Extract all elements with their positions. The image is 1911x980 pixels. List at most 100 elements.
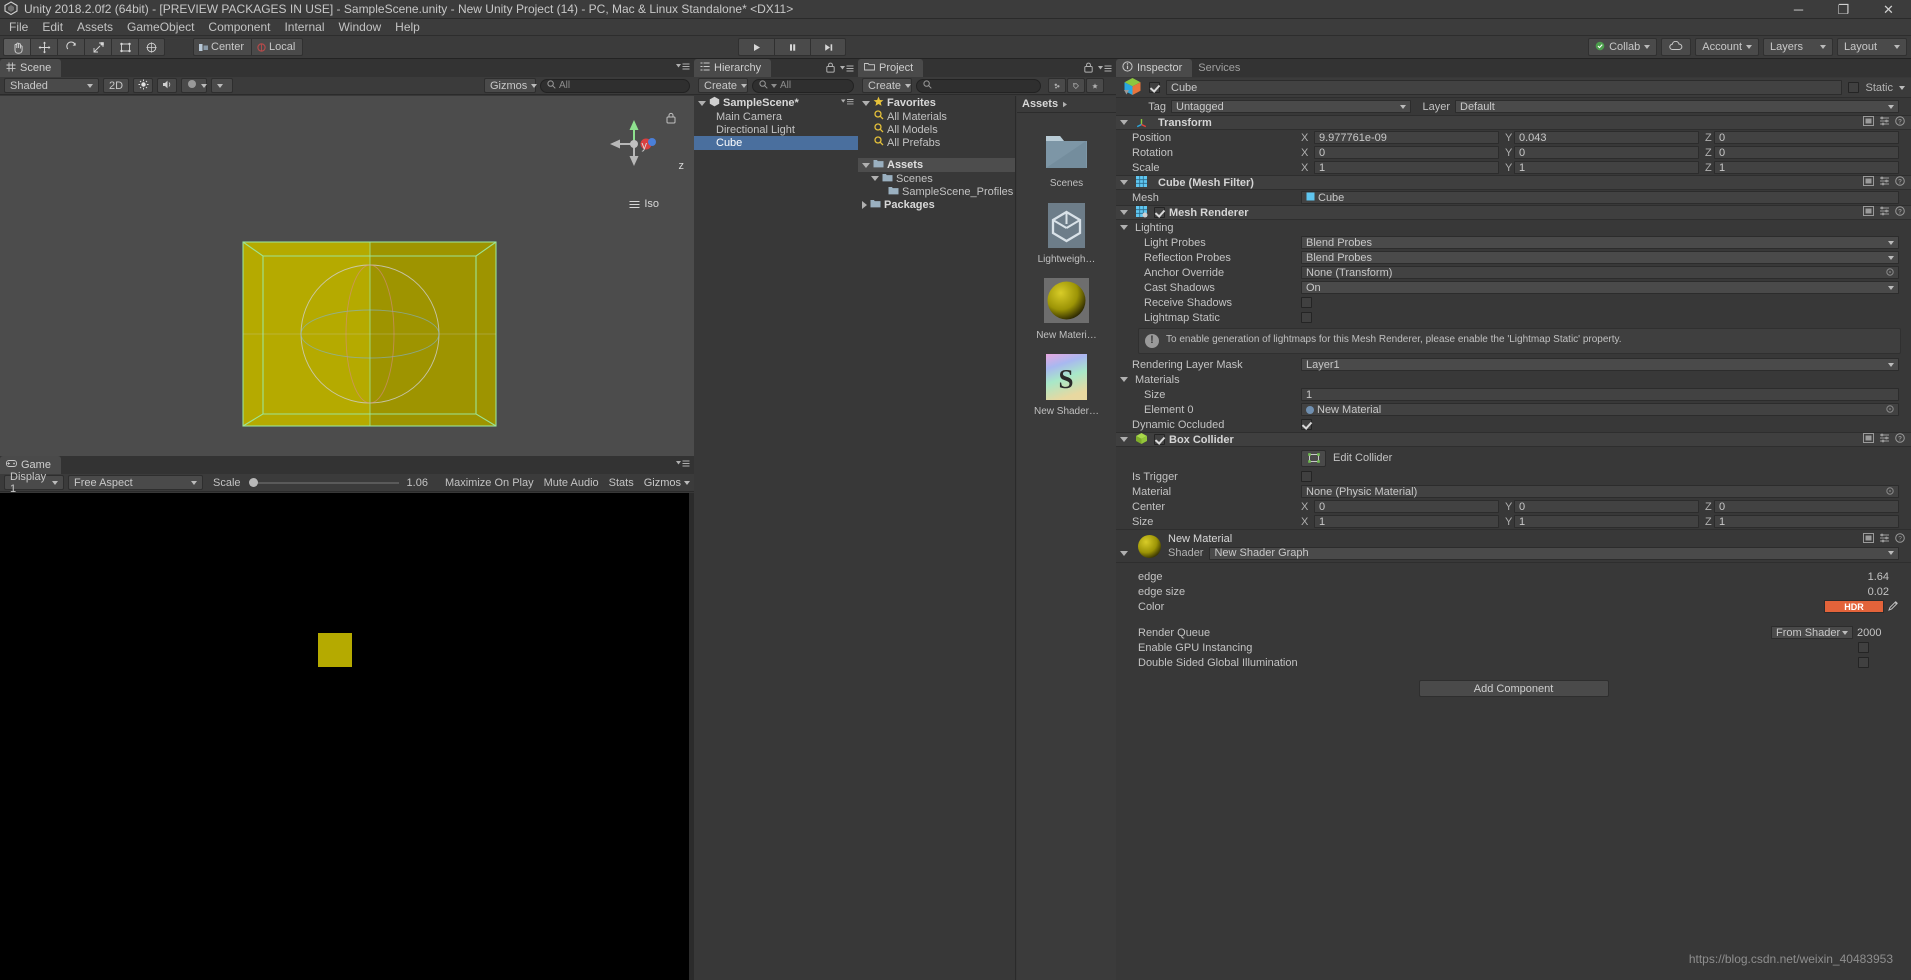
position-y-input[interactable]: 0.043 bbox=[1514, 131, 1699, 144]
hierarchy-item-main-camera[interactable]: Main Camera bbox=[694, 110, 858, 123]
dynamic-occluded-checkbox[interactable] bbox=[1301, 419, 1312, 430]
scene-context-menu-icon[interactable] bbox=[841, 97, 854, 109]
scale-z-input[interactable]: 1 bbox=[1714, 161, 1899, 174]
chevron-down-icon[interactable] bbox=[1899, 85, 1905, 90]
tab-project[interactable]: Project bbox=[858, 59, 924, 77]
lightmap-static-checkbox[interactable] bbox=[1301, 312, 1312, 323]
chevron-down-icon[interactable] bbox=[1120, 551, 1128, 556]
space-mode-button[interactable]: Local bbox=[251, 38, 304, 56]
scene-vis-dropdown[interactable] bbox=[211, 78, 233, 93]
hand-tool-button[interactable] bbox=[3, 38, 30, 56]
collider-center-x-input[interactable]: 0 bbox=[1314, 500, 1499, 513]
layers-button[interactable]: Layers bbox=[1763, 38, 1833, 56]
hierarchy-create-button[interactable]: Create bbox=[698, 78, 748, 93]
scene-viewport[interactable]: y z Iso bbox=[0, 96, 694, 456]
project-create-button[interactable]: Create bbox=[862, 78, 912, 93]
collider-center-y-input[interactable]: 0 bbox=[1514, 500, 1699, 513]
project-assets-row[interactable]: Assets bbox=[858, 158, 1015, 172]
cloud-button[interactable] bbox=[1661, 38, 1692, 56]
settings-icon[interactable] bbox=[1879, 176, 1890, 189]
pause-button[interactable] bbox=[774, 38, 810, 56]
project-tab-controls[interactable] bbox=[1084, 62, 1112, 76]
display-dropdown[interactable]: Display 1 bbox=[4, 471, 64, 495]
menu-edit[interactable]: Edit bbox=[35, 19, 70, 35]
project-search-input[interactable] bbox=[916, 78, 1041, 93]
pivot-mode-button[interactable]: Center bbox=[193, 38, 252, 56]
shading-mode-dropdown[interactable]: Shaded bbox=[4, 78, 99, 93]
project-packages-row[interactable]: Packages bbox=[858, 198, 1015, 212]
step-button[interactable] bbox=[810, 38, 846, 56]
lighting-foldout[interactable]: Lighting bbox=[1116, 220, 1911, 235]
chevron-down-icon[interactable] bbox=[862, 162, 870, 168]
render-queue-value[interactable]: 2000 bbox=[1857, 627, 1899, 639]
asset-item-lightweight[interactable]: Lightweigh… bbox=[1017, 199, 1116, 265]
settings-icon[interactable] bbox=[1879, 206, 1890, 219]
material-edge-size-value[interactable]: 0.02 bbox=[1868, 586, 1889, 598]
collider-size-y-input[interactable]: 1 bbox=[1514, 515, 1699, 528]
lock-icon[interactable] bbox=[1084, 62, 1093, 76]
materials-foldout[interactable]: Materials bbox=[1116, 372, 1911, 387]
light-probes-dropdown[interactable]: Blend Probes bbox=[1301, 236, 1899, 249]
preset-icon[interactable] bbox=[1863, 116, 1874, 129]
is-trigger-checkbox[interactable] bbox=[1301, 471, 1312, 482]
scene-tab-menu[interactable] bbox=[676, 62, 690, 71]
tab-hierarchy[interactable]: Hierarchy bbox=[694, 59, 772, 77]
component-header-mesh-renderer[interactable]: Mesh Renderer ? bbox=[1116, 205, 1911, 220]
project-favorites-row[interactable]: Favorites bbox=[858, 96, 1015, 110]
scale-slider[interactable] bbox=[248, 477, 399, 489]
object-picker-icon[interactable] bbox=[1886, 486, 1894, 498]
help-icon[interactable]: ? bbox=[1895, 116, 1905, 129]
collider-size-x-input[interactable]: 1 bbox=[1314, 515, 1499, 528]
layer-dropdown[interactable]: Default bbox=[1455, 100, 1899, 113]
reflection-probes-dropdown[interactable]: Blend Probes bbox=[1301, 251, 1899, 264]
receive-shadows-checkbox[interactable] bbox=[1301, 297, 1312, 308]
chevron-down-icon[interactable] bbox=[1120, 120, 1128, 125]
search-by-type-button[interactable] bbox=[1048, 78, 1066, 93]
hierarchy-scene-row[interactable]: SampleScene* bbox=[694, 96, 858, 110]
component-header-transform[interactable]: Transform ? bbox=[1116, 115, 1911, 130]
preset-icon[interactable] bbox=[1863, 206, 1874, 219]
tag-dropdown[interactable]: Untagged bbox=[1171, 100, 1411, 113]
menu-help[interactable]: Help bbox=[388, 19, 427, 35]
game-tab-menu[interactable] bbox=[676, 459, 690, 468]
object-name-input[interactable]: Cube bbox=[1166, 80, 1843, 95]
menu-internal[interactable]: Internal bbox=[277, 19, 331, 35]
shader-dropdown[interactable]: New Shader Graph bbox=[1209, 546, 1899, 560]
box-collider-enabled-checkbox[interactable] bbox=[1154, 434, 1165, 445]
chevron-down-icon[interactable] bbox=[862, 100, 870, 106]
tab-scene[interactable]: Scene bbox=[0, 59, 62, 77]
menu-assets[interactable]: Assets bbox=[70, 19, 120, 35]
transform-tool-button[interactable] bbox=[138, 38, 165, 56]
audio-toggle-button[interactable] bbox=[157, 78, 177, 93]
scale-tool-button[interactable] bbox=[84, 38, 111, 56]
chevron-down-icon[interactable] bbox=[1120, 225, 1128, 230]
component-header-mesh-filter[interactable]: Cube (Mesh Filter) ? bbox=[1116, 175, 1911, 190]
chevron-down-icon[interactable] bbox=[1120, 180, 1128, 185]
render-queue-source-dropdown[interactable]: From Shader bbox=[1771, 626, 1853, 639]
position-z-input[interactable]: 0 bbox=[1714, 131, 1899, 144]
hierarchy-item-cube[interactable]: Cube bbox=[694, 136, 858, 150]
asset-item-new-material[interactable]: New Materi… bbox=[1017, 275, 1116, 341]
tab-inspector[interactable]: Inspector bbox=[1116, 59, 1193, 77]
settings-icon[interactable] bbox=[1879, 116, 1890, 129]
preset-icon[interactable] bbox=[1863, 433, 1874, 446]
menu-component[interactable]: Component bbox=[201, 19, 277, 35]
chevron-down-icon[interactable] bbox=[871, 176, 879, 181]
asset-item-new-shader[interactable]: S New Shader… bbox=[1017, 351, 1116, 417]
project-tree-scenes[interactable]: Scenes bbox=[858, 172, 1015, 185]
account-button[interactable]: Account bbox=[1695, 38, 1759, 56]
eyedropper-icon[interactable] bbox=[1888, 600, 1899, 614]
mesh-object-field[interactable]: Cube bbox=[1301, 191, 1899, 204]
anchor-override-object-field[interactable]: None (Transform) bbox=[1301, 266, 1899, 279]
maximize-button[interactable]: ❐ bbox=[1821, 0, 1866, 19]
chevron-down-icon[interactable] bbox=[1120, 210, 1128, 215]
scene-search-input[interactable]: All bbox=[540, 78, 690, 93]
collab-button[interactable]: Collab bbox=[1588, 38, 1658, 56]
maximize-on-play-toggle[interactable]: Maximize On Play bbox=[445, 477, 534, 489]
asset-item-scenes[interactable]: Scenes bbox=[1017, 123, 1116, 189]
chevron-down-icon[interactable] bbox=[1120, 437, 1128, 442]
gpu-instancing-checkbox[interactable] bbox=[1858, 642, 1869, 653]
stats-toggle[interactable]: Stats bbox=[609, 477, 634, 489]
chevron-down-icon[interactable] bbox=[698, 100, 706, 106]
object-picker-icon[interactable] bbox=[1886, 404, 1894, 416]
